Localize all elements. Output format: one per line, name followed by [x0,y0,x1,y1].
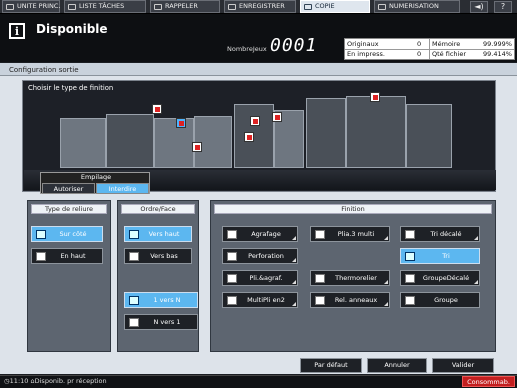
help-button[interactable]: ? [494,1,512,13]
punch-icon [227,252,237,261]
impress-value: 0 [417,50,422,58]
status-bar-text: ◷11:10 ⌂Disponib. pr réception [4,377,107,385]
face-down-icon [129,252,139,261]
machine-status: Disponible [36,22,108,36]
ring-binding-icon [315,296,325,305]
cancel-button[interactable]: Annuler [367,358,427,373]
help-icon: ? [500,2,506,11]
recall-icon [154,4,162,10]
home-icon [6,4,14,10]
offset-group-icon [405,274,415,283]
info-icon: i [9,23,25,39]
consumables-alert-button[interactable]: Consommab. [462,376,515,387]
feeder-unit [60,118,106,168]
sort-icon [405,252,415,261]
side-binding-icon [36,230,46,239]
printer-unit [106,114,154,168]
offset-sort-icon [405,230,415,239]
face-up-button[interactable]: Vers haut [124,226,192,242]
face-down-button[interactable]: Vers bas [124,248,192,264]
memoire-label: Mémoire [432,40,461,48]
page-title: Configuration sortie [9,66,79,74]
order-1-to-n-icon [129,296,139,305]
tab-copie[interactable]: COPIE [300,0,370,13]
finisher-unit-1 [154,118,194,168]
multi-fold-button[interactable]: MultiPli en2 [222,292,298,308]
impress-label: En impress. [347,50,385,58]
save-icon [228,4,236,10]
sort-button[interactable]: Tri [400,248,480,264]
preview-prompt: Choisir le type de finition [28,84,114,92]
offset-sort-button[interactable]: Tri décalé [400,226,480,242]
tab-unite-princ[interactable]: UNITE PRINC. [2,0,61,13]
top-tab-bar: UNITE PRINC. LISTE TÂCHES RAPPELER ENREG… [0,0,517,14]
originaux-value: 0 [417,40,422,48]
stacking-title: Empilage [80,173,112,181]
perfect-binding-button[interactable]: Thermorelier [310,270,390,286]
volume-button[interactable]: ◄) [470,1,488,13]
order-1-to-n-button[interactable]: 1 vers N [124,292,198,308]
originaux-label: Originaux [347,40,379,48]
output-unit [406,104,452,168]
output-pin-6[interactable] [272,112,282,122]
copies-value: 0001 [270,35,318,56]
status-time: 11:10 [9,377,29,385]
output-pin-1[interactable] [152,104,162,114]
volume-icon: ◄) [474,2,484,11]
tri-fold-icon [315,230,325,239]
tri-fold-button[interactable]: Plia.3 multi [310,226,390,242]
stacking-control: Empilage Autoriser Interdire [40,172,150,194]
tab-liste-taches[interactable]: LISTE TÂCHES [64,0,146,13]
offset-group-button[interactable]: GroupeDécalé [400,270,480,286]
ring-binding-button[interactable]: Rel. anneaux [310,292,390,308]
fold-staple-icon [227,274,237,283]
output-pin-4[interactable] [250,116,260,126]
status-message: Disponib. pr réception [34,377,107,385]
order-n-to-1-icon [129,318,139,327]
job-list-icon [68,4,76,10]
copies-label: NombreJeux [227,45,267,53]
stacking-forbid-button[interactable]: Interdire [96,183,149,194]
output-pin-2-selected[interactable] [176,118,186,128]
tab-numerisation[interactable]: NUMERISATION [374,0,460,13]
stacker-unit [346,96,406,168]
validate-button[interactable]: Valider [432,358,494,373]
finishing-title: Finition [214,204,492,214]
qte-fichier-label: Qté fichier [432,50,466,58]
finisher-unit-3 [234,104,274,168]
group-button[interactable]: Groupe [400,292,480,308]
fold-staple-button[interactable]: Pli.&agraf. [222,270,298,286]
top-binding-icon [36,252,46,261]
output-pin-7[interactable] [370,92,380,102]
output-pin-3[interactable] [192,142,202,152]
counters-panel: Originaux 0 Mémoire 99.999% En impress. … [344,38,515,60]
scan-icon [378,4,386,10]
punch-button[interactable]: Perforation [222,248,298,264]
copy-icon [304,4,312,10]
tab-rappeler[interactable]: RAPPELER [150,0,220,13]
face-up-icon [129,230,139,239]
output-pin-5[interactable] [244,132,254,142]
binding-top-button[interactable]: En haut [31,248,103,264]
staple-icon [227,230,237,239]
multi-fold-icon [227,296,237,305]
default-button[interactable]: Par défaut [300,358,362,373]
memoire-value: 99.999% [483,40,512,48]
stacking-allow-button[interactable]: Autoriser [42,183,95,194]
order-n-to-1-button[interactable]: N vers 1 [124,314,198,330]
qte-fichier-value: 99.414% [483,50,512,58]
stapling-button[interactable]: Agrafage [222,226,298,242]
group-icon [405,296,415,305]
tab-enregistrer[interactable]: ENREGISTRER [224,0,296,13]
perfect-binding-icon [315,274,325,283]
binding-type-panel: Type de reliure [27,200,111,352]
binding-type-title: Type de reliure [31,204,107,214]
order-face-title: Ordre/Face [121,204,195,214]
finisher-unit-5 [306,98,346,168]
binding-side-button[interactable]: Sur côté [31,226,103,242]
